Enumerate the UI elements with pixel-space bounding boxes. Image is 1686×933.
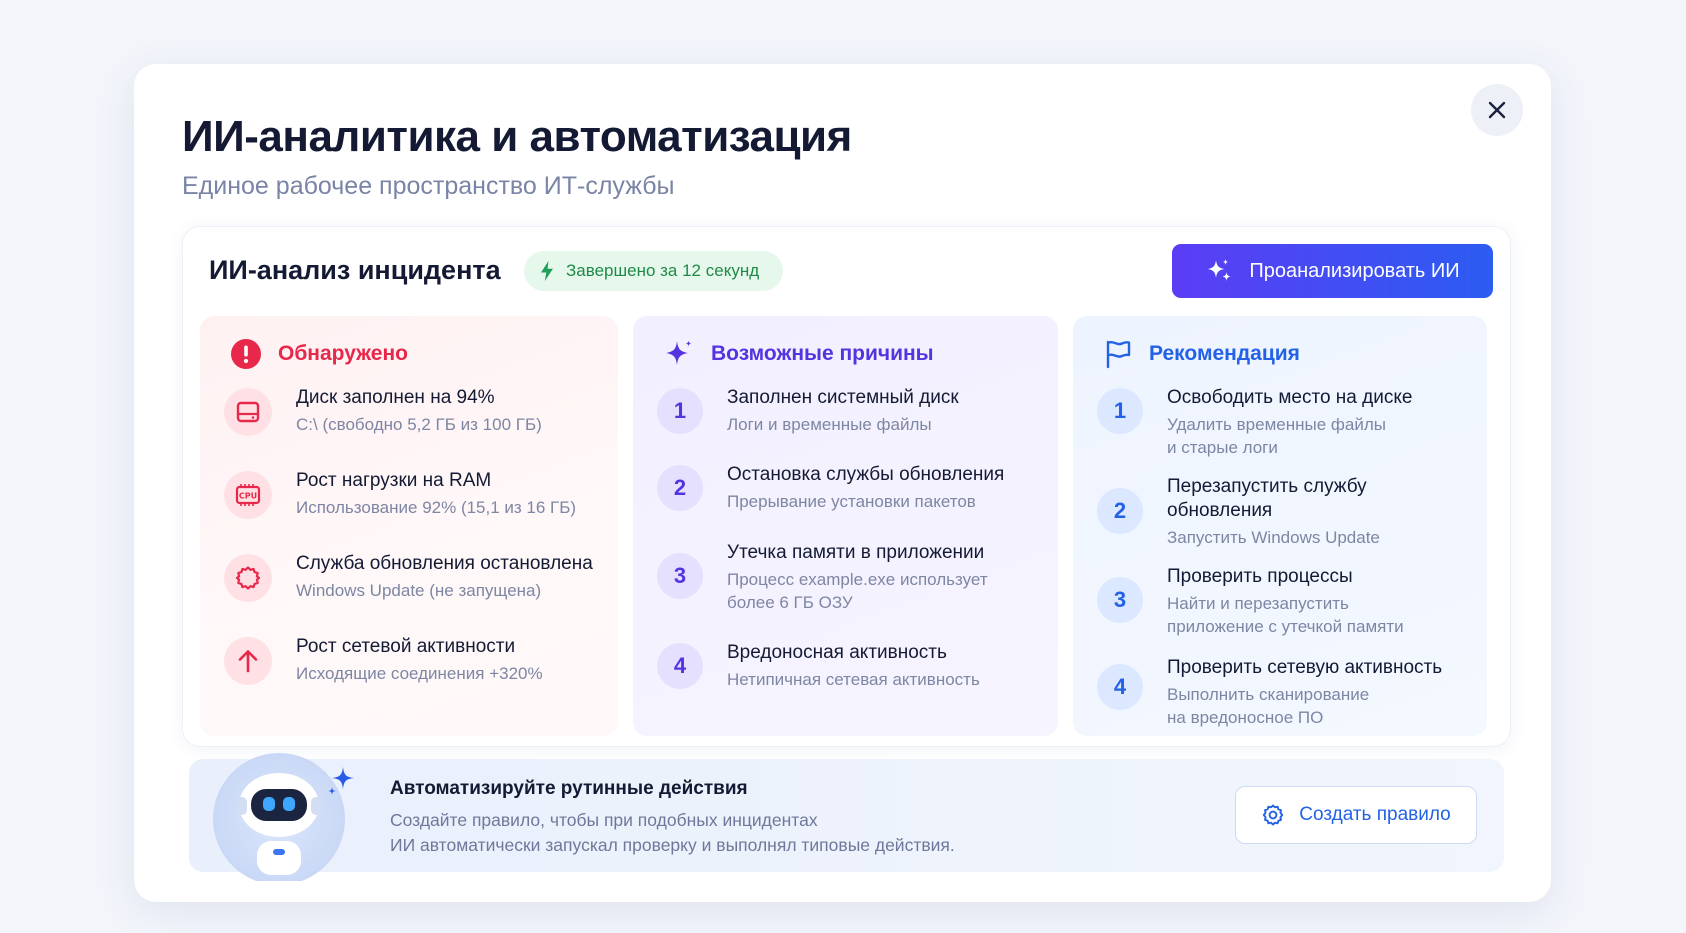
detected-card: Обнаружено Диск заполнен на 94% C:\ (сво…: [200, 316, 618, 736]
recommendation-sub-line: на вредоносное ПО: [1167, 708, 1324, 727]
recommendation-title: Проверить процессы: [1167, 566, 1353, 587]
cause-sub: Прерывание установки пакетов: [727, 492, 976, 511]
recommendation-sub-line: приложение с утечкой памяти: [1167, 617, 1404, 636]
recommendation-card: Рекомендация 1 Освободить место на диске…: [1073, 316, 1487, 736]
close-button[interactable]: [1471, 84, 1523, 136]
cause-sub: Логи и временные файлы: [727, 415, 932, 434]
cause-title: Утечка памяти в приложении: [727, 542, 985, 563]
automation-text-line: ИИ автоматически запускал проверку и вып…: [390, 835, 955, 855]
status-badge-label: Завершено за 12 секунд: [566, 261, 760, 280]
robot-illustration: [213, 753, 354, 881]
cause-item: 1 Заполнен системный диск Логи и временн…: [657, 386, 959, 436]
cause-number: 1: [657, 388, 703, 434]
detected-item-title: Рост сетевой активности: [296, 636, 516, 657]
recommendation-number: 1: [1097, 388, 1143, 434]
detected-item-title: Рост нагрузки на RAM: [296, 470, 492, 491]
recommendation-sub-line: Удалить временные файлы: [1167, 415, 1386, 434]
lightning-icon: [541, 261, 553, 281]
cause-sub-line: более 6 ГБ ОЗУ: [727, 593, 853, 612]
cause-sub: Нетипичная сетевая активность: [727, 670, 980, 689]
modal-subtitle: Единое рабочее пространство ИТ-службы: [182, 172, 675, 200]
recommendation-item: 2 Перезапустить службу обновления Запуст…: [1097, 475, 1380, 549]
detected-item: CPU Рост нагрузки на RAM Использование 9…: [224, 469, 576, 519]
sparkle-icon: [666, 340, 692, 365]
recommendation-item: 1 Освободить место на диске Удалить врем…: [1097, 386, 1412, 459]
cause-sub-line: Процесс example.exe использует: [727, 570, 988, 589]
causes-heading-label: Возможные причины: [711, 342, 934, 365]
analyze-ai-button[interactable]: Проанализировать ИИ: [1172, 244, 1493, 298]
recommendation-number: 3: [1097, 577, 1143, 623]
recommendation-title-line: Перезапустить службу: [1167, 476, 1367, 497]
recommendation-sub: Запустить Windows Update: [1167, 528, 1380, 547]
detected-item: Рост сетевой активности Исходящие соедин…: [224, 635, 543, 685]
cause-number: 2: [657, 465, 703, 511]
recommendation-heading-label: Рекомендация: [1149, 342, 1300, 365]
recommendation-title-line: обновления: [1167, 500, 1273, 521]
causes-heading: Возможные причины: [663, 338, 934, 370]
cpu-icon: CPU: [224, 471, 272, 519]
automation-text-line: Создайте правило, чтобы при подобных инц…: [390, 810, 818, 830]
cause-sub: Процесс example.exe использует более 6 Г…: [727, 568, 988, 614]
recommendation-sub-line: и старые логи: [1167, 438, 1278, 457]
gear-icon: [1263, 804, 1284, 826]
automation-text: Создайте правило, чтобы при подобных инц…: [390, 808, 1030, 858]
flag-icon: [1106, 340, 1131, 369]
panel-title: ИИ-анализ инцидента: [209, 255, 501, 285]
detected-item-sub: Использование 92% (15,1 из 16 ГБ): [296, 498, 577, 517]
sparkle-icon: [1207, 259, 1231, 281]
detected-heading-label: Обнаружено: [278, 342, 408, 365]
arrow-up-icon: [224, 637, 272, 685]
cause-number: 4: [657, 643, 703, 689]
detected-item-sub: C:\ (свободно 5,2 ГБ из 100 ГБ): [296, 415, 542, 434]
recommendation-title: Перезапустить службу обновления: [1167, 475, 1380, 523]
detected-item-sub: Исходящие соединения +320%: [296, 664, 543, 683]
detected-item-title: Служба обновления остановлена: [296, 553, 593, 574]
cause-title: Заполнен системный диск: [727, 387, 959, 408]
recommendation-sub: Выполнить сканирование на вредоносное ПО: [1167, 683, 1442, 729]
recommendation-sub-line: Найти и перезапустить: [1167, 594, 1349, 613]
causes-card: Возможные причины 1 Заполнен системный д…: [633, 316, 1058, 736]
alert-icon: [231, 339, 261, 369]
detected-item: Служба обновления остановлена Windows Up…: [224, 552, 593, 602]
recommendation-title: Освободить место на диске: [1167, 387, 1413, 408]
detected-item-sub: Windows Update (не запущена): [296, 581, 542, 600]
create-rule-button-label: Создать правило: [1299, 804, 1451, 825]
cause-title: Вредоносная активность: [727, 642, 947, 663]
detected-item: Диск заполнен на 94% C:\ (свободно 5,2 Г…: [224, 386, 542, 436]
modal-title: ИИ-аналитика и автоматизация: [182, 112, 852, 161]
recommendation-sub-line: Выполнить сканирование: [1167, 685, 1370, 704]
detected-item-title: Диск заполнен на 94%: [296, 387, 495, 408]
status-badge: Завершено за 12 секунд: [524, 251, 784, 291]
recommendation-sub: Найти и перезапустить приложение с утечк…: [1167, 592, 1404, 638]
analyze-ai-button-label: Проанализировать ИИ: [1249, 259, 1460, 282]
svg-text:CPU: CPU: [239, 492, 257, 501]
create-rule-button[interactable]: Создать правило: [1235, 786, 1477, 844]
cause-item: 3 Утечка памяти в приложении Процесс exa…: [657, 541, 988, 614]
cause-title: Остановка службы обновления: [727, 464, 1005, 485]
cause-item: 4 Вредоносная активность Нетипичная сете…: [657, 641, 980, 691]
recommendation-title: Проверить сетевую активность: [1167, 657, 1443, 678]
detected-heading: Обнаружено: [230, 338, 408, 370]
recommendation-item: 3 Проверить процессы Найти и перезапусти…: [1097, 565, 1404, 638]
recommendation-sub: Удалить временные файлы и старые логи: [1167, 413, 1412, 459]
automation-title: Автоматизируйте рутинные действия: [390, 778, 748, 799]
automation-banner: Автоматизируйте рутинные действия Создай…: [189, 753, 1504, 881]
recommendation-number: 2: [1097, 488, 1143, 534]
cause-number: 3: [657, 553, 703, 599]
disk-icon: [224, 388, 272, 436]
close-icon: [1488, 101, 1506, 119]
recommendation-number: 4: [1097, 664, 1143, 710]
incident-analysis-panel: ИИ-анализ инцидента Завершено за 12 секу…: [182, 226, 1511, 747]
recommendation-heading: Рекомендация: [1103, 338, 1300, 370]
cause-item: 2 Остановка службы обновления Прерывание…: [657, 463, 1004, 513]
ai-analytics-modal: ИИ-аналитика и автоматизация Единое рабо…: [134, 64, 1551, 902]
gear-icon: [224, 554, 272, 602]
recommendation-item: 4 Проверить сетевую активность Выполнить…: [1097, 656, 1442, 729]
